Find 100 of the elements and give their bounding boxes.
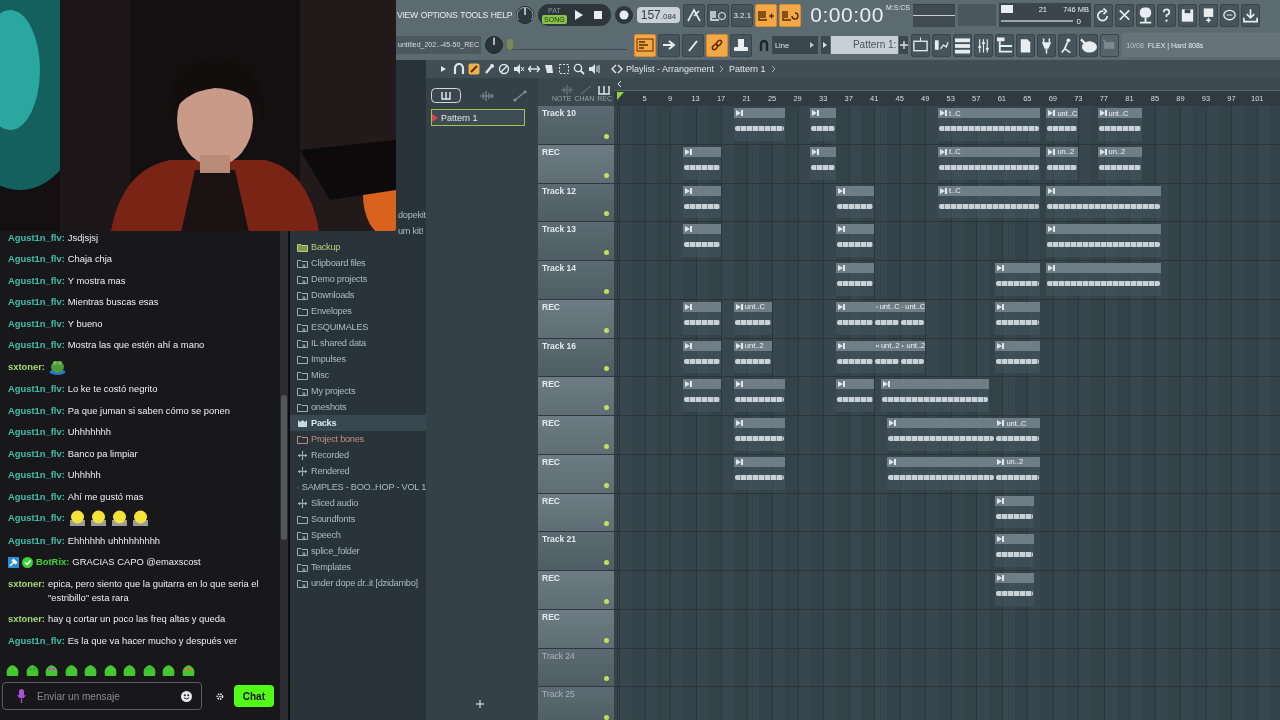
chat-username[interactable]: Agust1n_flv: xyxy=(8,403,65,418)
browser-item[interactable]: Packs xyxy=(290,415,426,431)
chat-username[interactable]: sxtoner: xyxy=(8,612,45,627)
track-header[interactable]: Track 12 xyxy=(538,183,614,223)
track-name: REC xyxy=(542,418,560,428)
chat-message-text: Ahí me gustó mas xyxy=(67,489,144,504)
chat-username[interactable]: Agust1n_flv: xyxy=(8,489,65,504)
track-name: REC xyxy=(542,573,560,583)
chat-username[interactable]: Agust1n_flv: xyxy=(8,295,65,310)
menu-item[interactable]: HELP xyxy=(490,10,513,20)
browser-item[interactable]: Recorded xyxy=(290,447,426,463)
chat-message-text: Es la que va hacer mucho y después ver xyxy=(67,633,238,648)
tempo-display[interactable]: 157.084 xyxy=(636,7,681,23)
message-field[interactable]: Enviar un mensaje xyxy=(2,682,202,710)
browser-item[interactable]: IL shared data xyxy=(290,335,426,351)
chat-username[interactable]: Agust1n_flv: xyxy=(8,533,65,548)
chat-username[interactable]: sxtoner: xyxy=(8,359,45,374)
track-name: REC xyxy=(542,379,560,390)
browser-item[interactable]: ESQUIMALES xyxy=(290,319,426,335)
browser-item[interactable]: SAMPLES - BOO..HOP - VOL 1 xyxy=(290,479,426,495)
chat-message-text: GRACIAS CAPO @emaxscost xyxy=(72,555,201,570)
browser-item[interactable]: Backup xyxy=(290,239,426,255)
track-header[interactable]: Track 16 xyxy=(538,338,614,378)
browser-item[interactable]: Downloads xyxy=(290,287,426,303)
chat-username[interactable]: Agust1n_flv: xyxy=(8,511,65,526)
track-name: Track 25 xyxy=(542,689,575,700)
browser-item[interactable]: Envelopes xyxy=(290,303,426,319)
track-header[interactable]: REC xyxy=(538,144,614,184)
chat-message-text: epica, pero siento que la guitarra en lo que seria el "estribillo" esta rara xyxy=(48,576,260,605)
track-name: Track 24 xyxy=(542,650,575,661)
track-header[interactable]: REC xyxy=(538,493,614,533)
browser-item[interactable]: Rendered xyxy=(290,463,426,479)
chat-username[interactable]: BotRix: xyxy=(36,555,70,570)
chat-username[interactable]: Agust1n_flv: xyxy=(8,252,65,267)
menu-item[interactable]: OPTIONS xyxy=(420,10,458,20)
track-header[interactable]: Track 10 xyxy=(538,106,614,145)
chat-message-text: Y mostra mas xyxy=(67,273,126,288)
chat-message-text: Banco pa limpiar xyxy=(67,446,138,461)
chat-username[interactable]: Agust1n_flv: xyxy=(8,633,65,648)
track-name: Track 12 xyxy=(542,185,577,196)
chat-message-text: hay q cortar un poco las freq altas y queda xyxy=(48,612,226,627)
menu-item[interactable]: TOOLS xyxy=(460,10,488,20)
browser-item[interactable]: Templates xyxy=(290,559,426,575)
chat-button[interactable]: Chat xyxy=(233,685,274,707)
chat-message-text: Chaja chja xyxy=(67,252,113,267)
browser-item[interactable]: Demo projects xyxy=(290,271,426,287)
chat-message-text: Mientras buscas esas xyxy=(67,295,159,310)
breadcrumb-item[interactable]: Pattern 1 xyxy=(729,64,766,74)
time-display: 0:00:00 xyxy=(810,3,884,27)
chat-username[interactable]: Agust1n_flv: xyxy=(8,230,65,245)
track-header[interactable]: REC xyxy=(538,377,614,416)
menu-item[interactable]: VIEW xyxy=(397,10,418,20)
browser-item[interactable]: Speech xyxy=(290,527,426,543)
chat-message-text: Lo ke te costó negrito xyxy=(67,382,158,397)
track-header[interactable]: REC xyxy=(538,416,614,455)
track-header[interactable]: Track 14 xyxy=(538,261,614,300)
chat-username[interactable]: Agust1n_flv: xyxy=(8,338,65,353)
pattern-selector[interactable]: Pattern 1: xyxy=(830,36,899,54)
polyphony-value: 0 xyxy=(1076,16,1082,26)
track-header[interactable]: Track 13 xyxy=(538,222,614,261)
tempo-value: 157 xyxy=(640,8,661,22)
chat-username[interactable]: Agust1n_flv: xyxy=(8,468,65,483)
browser-item[interactable]: oneshots xyxy=(290,399,426,415)
browser-item[interactable]: under dope dr..it [dzidambo] xyxy=(290,575,426,591)
track-header[interactable]: Track 21 xyxy=(538,532,614,571)
track-name: REC xyxy=(542,495,560,506)
tempo-fraction: .084 xyxy=(660,12,677,21)
browser-item[interactable]: um kit! xyxy=(398,223,424,239)
browser-item[interactable]: Project bones xyxy=(290,431,426,447)
chat-message-text: Mostra las que estén ahí a mano xyxy=(67,338,205,353)
browser-item[interactable]: Sliced audio xyxy=(290,495,426,511)
chat-message-text: Jsdjsjsj xyxy=(67,230,98,245)
track-name: Track 14 xyxy=(542,263,577,273)
chat-username[interactable]: sxtoner: xyxy=(8,576,45,591)
track-name: REC xyxy=(542,611,560,622)
chat-username[interactable]: Agust1n_flv: xyxy=(8,316,65,331)
browser-item[interactable]: My projects xyxy=(290,383,426,399)
chat-username[interactable]: Agust1n_flv: xyxy=(8,382,65,397)
track-header[interactable]: REC xyxy=(538,299,614,339)
track-name: Track 21 xyxy=(542,534,577,545)
browser-item[interactable]: Soundfonts xyxy=(290,511,426,527)
countdown-button[interactable]: 3.2.1 xyxy=(731,3,754,27)
chat-username[interactable]: Agust1n_flv: xyxy=(8,446,65,461)
browser-item[interactable]: Impulses xyxy=(290,351,426,367)
track-header[interactable]: REC xyxy=(538,571,614,610)
chat-message-text: Y bueno xyxy=(67,316,103,331)
chat-message-text: Pa que juman si saben cómo se ponen xyxy=(67,403,230,418)
browser-item[interactable]: Misc xyxy=(290,367,426,383)
track-name: REC xyxy=(542,301,560,312)
browser-item[interactable]: dopekit xyxy=(398,207,426,223)
chat-username[interactable]: Agust1n_flv: xyxy=(8,425,65,440)
track-header[interactable]: REC xyxy=(538,609,614,649)
browser-item[interactable]: Clipboard files xyxy=(290,255,426,271)
breadcrumb-item[interactable]: Playlist - Arrangement xyxy=(626,64,715,74)
pattern-item[interactable]: Pattern 1 xyxy=(431,109,525,126)
browser-item[interactable]: splice_folder xyxy=(290,543,426,559)
chat-username[interactable]: Agust1n_flv: xyxy=(8,273,65,288)
track-header[interactable]: REC xyxy=(538,454,614,494)
chat-message-text: Ehhhhhh uhhhhhhhhh xyxy=(67,533,161,548)
track-name: Track 16 xyxy=(542,340,577,351)
